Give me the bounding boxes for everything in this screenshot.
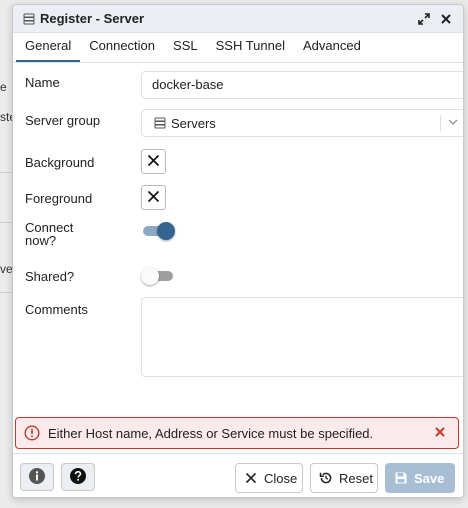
server-icon (23, 13, 35, 25)
expand-icon[interactable] (415, 10, 433, 28)
server-group-select[interactable]: Servers (141, 109, 463, 137)
shared-toggle[interactable] (141, 266, 177, 286)
shared-label: Shared? (25, 268, 75, 284)
background-text-fragment: e (0, 80, 7, 94)
tab-connection[interactable]: Connection (80, 32, 164, 62)
server-group-value: Servers (171, 115, 216, 131)
name-label: Name (25, 74, 60, 90)
close-icon[interactable] (434, 426, 448, 440)
error-alert: Either Host name, Address or Service mus… (15, 417, 459, 449)
x-mark-icon (147, 154, 160, 170)
info-button[interactable] (20, 463, 54, 491)
tab-ssl[interactable]: SSL (164, 32, 207, 62)
server-group-row: Server group Servers (25, 109, 463, 137)
close-button-label: Close (264, 470, 298, 486)
dialog-body: Name docker-base Server group Servers Ba… (13, 63, 463, 473)
reset-icon (319, 471, 333, 485)
dialog-titlebar[interactable]: Register - Server (13, 5, 463, 33)
dialog-footer: Close Reset Save (13, 453, 463, 497)
dialog-title: Register - Server (40, 11, 145, 26)
connect-now-row: Connect now? (25, 221, 453, 247)
tab-advanced[interactable]: Advanced (294, 32, 370, 62)
help-button[interactable] (61, 463, 95, 491)
comments-textarea[interactable] (141, 297, 463, 377)
tab-ssh-tunnel[interactable]: SSH Tunnel (207, 32, 294, 62)
background-color-picker[interactable] (141, 149, 166, 174)
connect-now-label: Connect now? (25, 221, 129, 247)
foreground-color-label: Foreground (25, 190, 93, 206)
close-button[interactable]: Close (235, 463, 303, 493)
connect-now-label-line2: now? (25, 233, 57, 248)
chevron-down-icon[interactable] (447, 116, 459, 131)
connect-now-toggle[interactable] (141, 221, 177, 241)
register-server-dialog: Register - Server General Connection SSL… (12, 4, 464, 498)
close-icon (244, 471, 258, 485)
close-icon[interactable] (437, 10, 455, 28)
server-group-icon (154, 117, 166, 129)
foreground-color-row: Foreground (25, 185, 453, 211)
help-icon (69, 467, 87, 488)
save-button[interactable]: Save (385, 463, 455, 493)
name-row: Name docker-base (25, 71, 463, 99)
background-color-label: Background (25, 154, 95, 170)
comments-label: Comments (25, 302, 88, 317)
tab-bar: General Connection SSL SSH Tunnel Advanc… (13, 33, 463, 63)
name-input[interactable]: docker-base (141, 71, 463, 99)
comments-row: Comments (25, 297, 463, 377)
select-separator (440, 115, 441, 131)
save-icon (394, 471, 408, 485)
error-circle-icon (24, 425, 40, 441)
info-icon (28, 467, 46, 488)
foreground-color-picker[interactable] (141, 185, 166, 210)
error-message: Either Host name, Address or Service mus… (48, 425, 374, 441)
toggle-knob (141, 267, 159, 285)
reset-button-label: Reset (339, 470, 373, 486)
x-mark-icon (147, 190, 160, 206)
save-button-label: Save (414, 470, 445, 486)
tab-general[interactable]: General (16, 32, 81, 62)
shared-row: Shared? (25, 263, 453, 289)
toggle-knob (157, 222, 175, 240)
server-group-label: Server group (25, 112, 101, 128)
reset-button[interactable]: Reset (310, 463, 378, 493)
background-color-row: Background (25, 149, 453, 175)
